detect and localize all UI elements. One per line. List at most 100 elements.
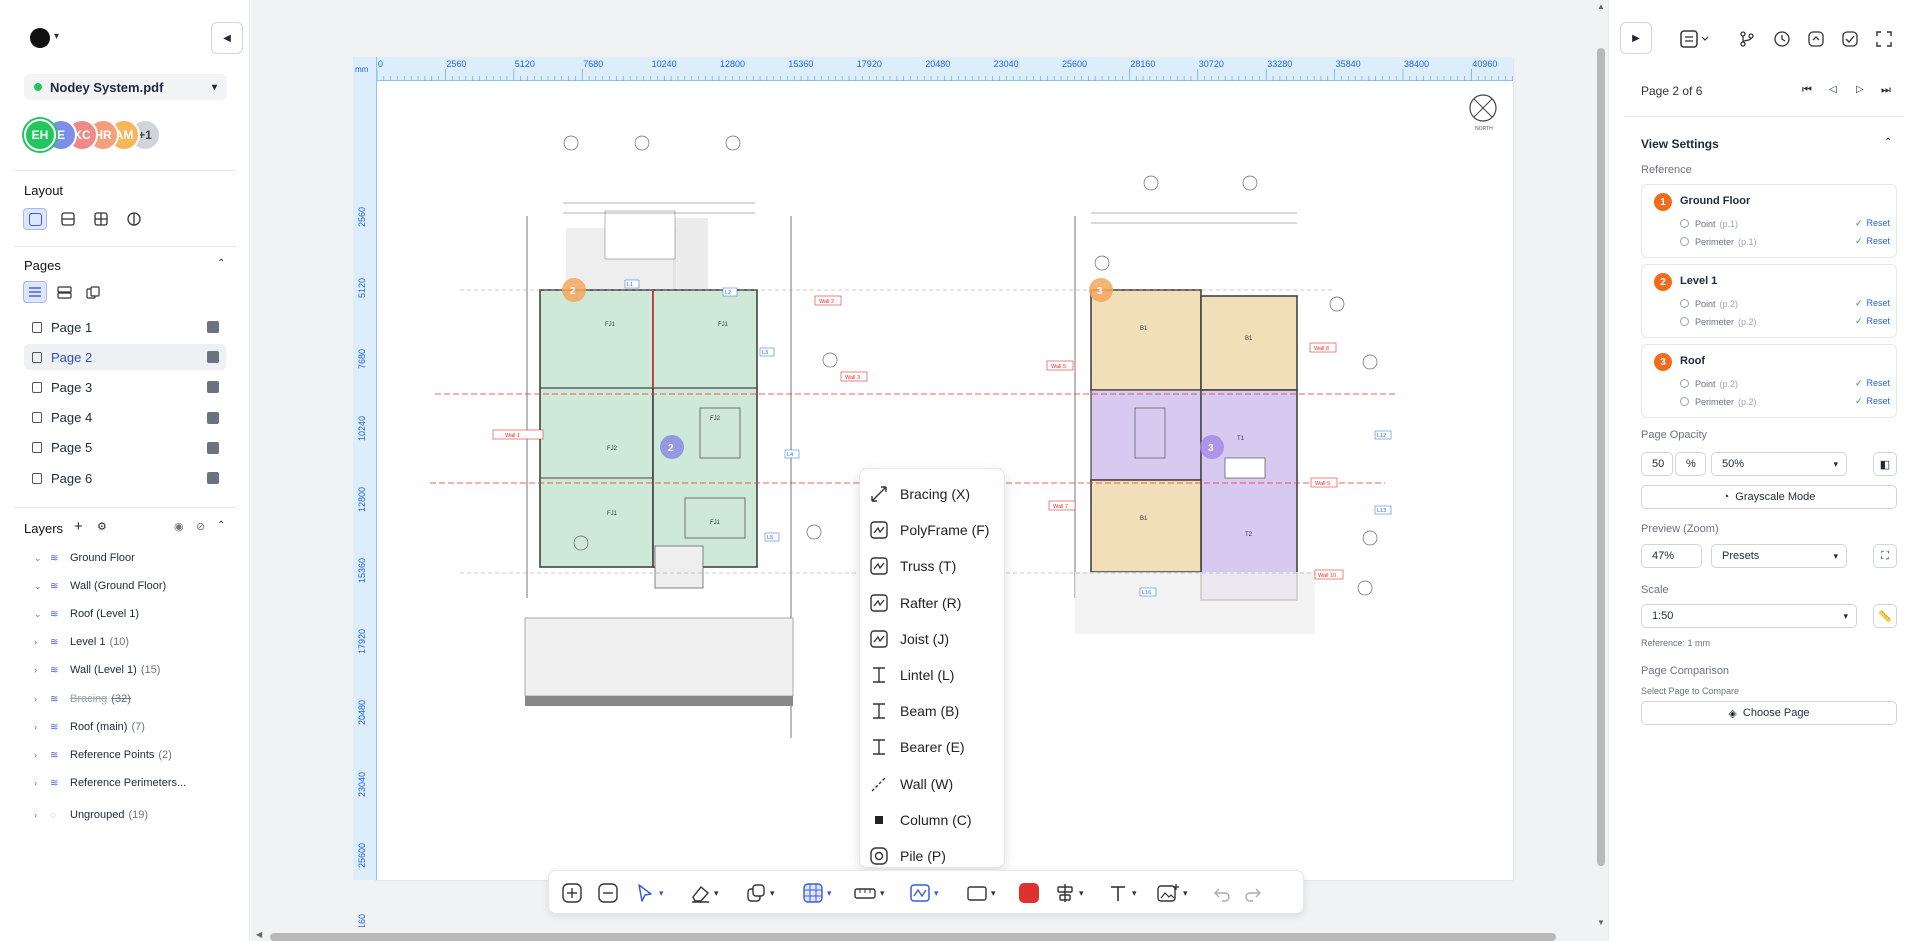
tool-menu-item[interactable]: Bracing (X) (868, 478, 998, 510)
page-item[interactable]: Page 4 (24, 405, 226, 431)
grayscale-mode-button[interactable]: ◔ Grayscale Mode (1641, 485, 1897, 509)
page-item[interactable]: Page 2 (24, 344, 226, 371)
app-logo[interactable] (30, 28, 50, 48)
first-page-button[interactable]: ⏮ (1802, 84, 1812, 97)
page-item[interactable]: Page 5 (24, 435, 226, 461)
page-item[interactable]: Page 3 (24, 374, 226, 400)
fit-view-button[interactable]: ⛶ (1873, 544, 1897, 568)
scroll-left-icon[interactable]: ◀ (256, 930, 262, 939)
horizontal-scrollbar-thumb[interactable] (270, 933, 1556, 941)
bookmark-icon[interactable] (207, 441, 219, 454)
layer-item[interactable]: ⌄ ≋ Wall (Ground Floor) (34, 576, 166, 596)
layout-split-vertical-button[interactable] (122, 208, 146, 230)
bookmark-icon[interactable] (207, 411, 219, 424)
eraser-tool-button[interactable]: ▾ (689, 881, 719, 905)
page-item[interactable]: Page 6 (24, 465, 226, 491)
scroll-up-icon[interactable]: ▲ (1597, 2, 1605, 11)
chevron-down-icon[interactable]: ⌄ (34, 581, 50, 592)
next-page-button[interactable]: ▷ (1856, 84, 1864, 95)
previous-page-button[interactable]: ◁ (1829, 84, 1837, 95)
text-tool-button[interactable]: ▾ (1107, 881, 1137, 905)
chevron-right-icon[interactable]: › (34, 778, 50, 788)
last-page-button[interactable]: ⏭ (1881, 84, 1891, 97)
layer-item[interactable]: ⌄ ≋ Roof (Level 1) (34, 604, 139, 624)
align-tool-button[interactable]: ▾ (1054, 881, 1084, 905)
layer-item[interactable]: ⌄ ≋ Ground Floor (34, 548, 135, 568)
chevron-right-icon[interactable]: › (34, 810, 50, 820)
eye-icon[interactable]: ◉ (174, 520, 184, 533)
reset-button[interactable]: ✓ Reset (1855, 396, 1890, 407)
chevron-right-icon[interactable]: › (34, 665, 50, 675)
history-button[interactable] (1771, 28, 1793, 50)
layer-item[interactable]: › ≋ Roof (main) (7) (34, 717, 145, 737)
chevron-down-icon[interactable]: ▾ (54, 31, 59, 42)
sync-button[interactable] (1805, 28, 1827, 50)
reset-button[interactable]: ✓ Reset (1855, 236, 1890, 247)
vertical-scrollbar-thumb[interactable] (1597, 48, 1605, 866)
select-tool-button[interactable]: ▾ (634, 881, 664, 905)
avatar[interactable]: EH (24, 119, 56, 151)
color-picker-button[interactable] (1019, 881, 1039, 905)
eye-off-icon[interactable]: ⊘ (196, 520, 205, 533)
layer-item[interactable]: › ≋ Level 1 (10) (34, 632, 129, 652)
bookmark-icon[interactable] (207, 381, 219, 394)
chevron-down-icon[interactable]: ⌄ (34, 609, 50, 620)
scroll-down-icon[interactable]: ▼ (1597, 918, 1605, 927)
grid-tool-button[interactable]: ▾ (802, 881, 832, 905)
collapse-right-panel-button[interactable]: ▶ (1620, 22, 1652, 54)
rectangle-tool-button[interactable]: ▾ (966, 881, 996, 905)
zoom-input[interactable]: 47% (1641, 544, 1702, 568)
zoom-in-button[interactable] (561, 881, 583, 905)
zoom-presets-select[interactable]: Presets ▾ (1711, 544, 1847, 568)
reference-card[interactable]: 2 Level 1 Point (p.2) ✓ Reset Perimeter (p.2) ✓ R… (1641, 264, 1897, 338)
bookmark-icon[interactable] (207, 321, 219, 333)
layer-settings-icon[interactable]: ⚙ (97, 520, 107, 533)
tool-menu-item[interactable]: Rafter (R) (868, 587, 998, 619)
redo-button[interactable] (1242, 881, 1264, 905)
file-selector[interactable]: Nodey System.pdf ▾ (24, 74, 227, 100)
layer-item[interactable]: › ≋ Bracing (32) (34, 689, 131, 709)
collapse-sidebar-button[interactable]: ◀ (211, 22, 243, 54)
tool-menu-item[interactable]: Lintel (L) (868, 659, 998, 691)
choose-page-button[interactable]: ◈ Choose Page (1641, 701, 1897, 725)
opacity-preset-select[interactable]: 50% ▾ (1711, 452, 1847, 476)
chevron-up-icon[interactable]: ⌃ (217, 520, 225, 531)
layer-item[interactable]: › ◌ Ungrouped (19) (34, 805, 148, 825)
reference-card[interactable]: 1 Ground Floor Point (p.1) ✓ Reset Perimeter (p… (1641, 184, 1897, 258)
save-button[interactable] (1839, 28, 1861, 50)
reference-card[interactable]: 3 Roof Point (p.2) ✓ Reset Perimeter (p.2) ✓ Rese… (1641, 344, 1897, 418)
page-item[interactable]: Page 1 (24, 314, 226, 340)
reset-button[interactable]: ✓ Reset (1855, 316, 1890, 327)
tool-menu-item[interactable]: Beam (B) (868, 695, 998, 727)
chevron-up-icon[interactable]: ⌃ (1884, 137, 1892, 148)
tool-menu-item[interactable]: Wall (W) (868, 768, 998, 800)
ruler-top[interactable]: 0 2560 5120 7680 10240 12800 15360 17920 20480 23… (353, 57, 1513, 81)
ruler-left[interactable]: 2560 5120 7680 10240 12800 15360 17920 20480 230… (353, 57, 377, 939)
scale-select[interactable]: 1:50 ▾ (1641, 604, 1857, 628)
bookmark-icon[interactable] (207, 472, 219, 484)
reset-button[interactable]: ✓ Reset (1855, 378, 1890, 389)
chevron-down-icon[interactable]: ⌄ (34, 553, 50, 564)
layout-grid-button[interactable] (89, 208, 113, 230)
reset-button[interactable]: ✓ Reset (1855, 218, 1890, 229)
undo-button[interactable] (1211, 881, 1233, 905)
stamp-tool-button[interactable]: ▾ (1156, 881, 1188, 905)
tool-menu-item[interactable]: Bearer (E) (868, 731, 998, 763)
chevron-right-icon[interactable]: › (34, 722, 50, 732)
tool-menu-item[interactable]: Pile (P) (868, 840, 998, 872)
structure-tool-button[interactable]: ▾ (909, 881, 939, 905)
fullscreen-button[interactable] (1873, 28, 1895, 50)
opacity-input[interactable]: 50 (1641, 452, 1673, 476)
layer-item[interactable]: › ≋ Wall (Level 1) (15) (34, 660, 160, 680)
chevron-right-icon[interactable]: › (34, 637, 50, 647)
tool-menu-item[interactable]: Truss (T) (868, 550, 998, 582)
pages-stack-view-button[interactable] (52, 281, 76, 303)
reset-button[interactable]: ✓ Reset (1855, 298, 1890, 309)
layer-item[interactable]: › ≋ Reference Perimeters... (34, 773, 186, 793)
calibrate-scale-button[interactable]: 📏 (1873, 604, 1897, 628)
pages-list-view-button[interactable] (23, 281, 47, 303)
opacity-compare-button[interactable]: ◧ (1873, 452, 1897, 476)
ai-menu-button[interactable] (1678, 28, 1712, 50)
layer-item[interactable]: › ≋ Reference Points (2) (34, 745, 172, 765)
layout-single-button[interactable] (23, 208, 47, 230)
